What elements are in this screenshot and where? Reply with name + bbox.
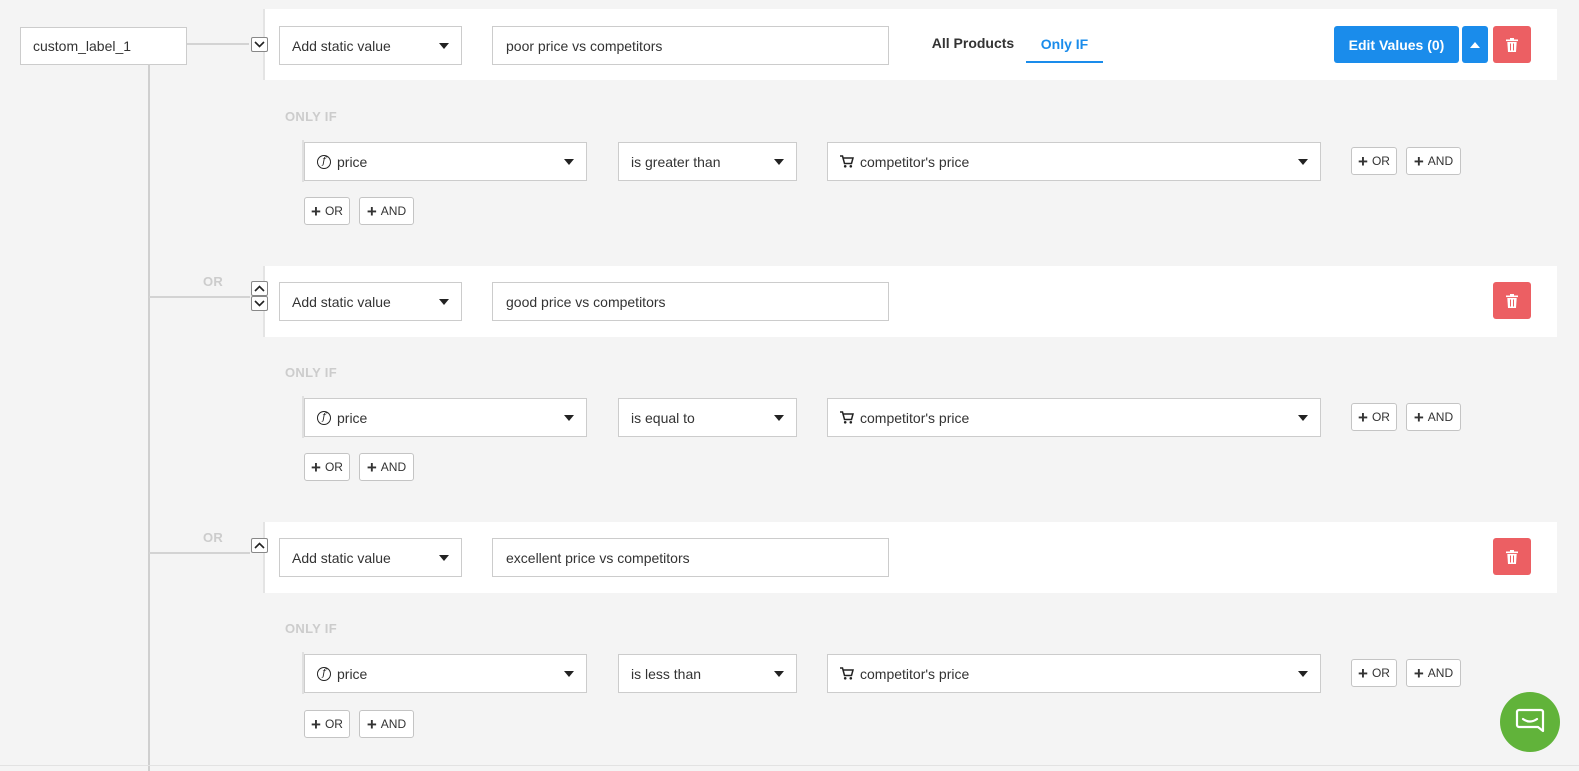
- or-connector-label: OR: [203, 274, 224, 289]
- static-value-text: poor price vs competitors: [506, 37, 663, 54]
- collapse-button[interactable]: [1462, 26, 1488, 63]
- caret-down-icon: [564, 670, 574, 677]
- move-up-button[interactable]: [251, 538, 268, 553]
- condition-compare-select[interactable]: competitor's price: [827, 654, 1321, 693]
- function-icon: f: [317, 666, 331, 681]
- only-if-heading: ONLY IF: [285, 621, 337, 636]
- trash-icon: [1506, 549, 1518, 564]
- condition-operator-text: is equal to: [631, 409, 695, 426]
- scroll-edge-divider: [0, 765, 1579, 766]
- value-source-select[interactable]: Add static value: [279, 282, 462, 321]
- condition-field-text: price: [337, 153, 368, 170]
- add-and-group-button[interactable]: + AND: [359, 453, 414, 481]
- value-source-text: Add static value: [292, 37, 391, 54]
- only-if-heading: ONLY IF: [285, 365, 337, 380]
- condition-compare-text: competitor's price: [860, 409, 970, 426]
- static-value-input[interactable]: poor price vs competitors: [492, 26, 889, 65]
- caret-down-icon: [1298, 158, 1308, 165]
- delete-rule-button[interactable]: [1493, 282, 1531, 319]
- chevron-down-icon: [254, 41, 265, 48]
- only-if-heading: ONLY IF: [285, 109, 337, 124]
- chat-icon: [1515, 708, 1545, 733]
- caret-up-icon: [1470, 41, 1480, 48]
- condition-operator-select[interactable]: is greater than: [618, 142, 797, 181]
- cart-icon: [840, 667, 854, 680]
- caret-down-icon: [1298, 670, 1308, 677]
- value-source-select[interactable]: Add static value: [279, 26, 462, 65]
- function-icon: f: [317, 410, 331, 425]
- value-source-text: Add static value: [292, 549, 391, 566]
- delete-rule-button[interactable]: [1493, 26, 1531, 63]
- tree-branch-line: [149, 296, 250, 298]
- caret-down-icon: [774, 158, 784, 165]
- condition-operator-text: is greater than: [631, 153, 721, 170]
- trash-icon: [1506, 37, 1518, 52]
- condition-compare-select[interactable]: competitor's price: [827, 142, 1321, 181]
- add-or-condition-button[interactable]: + OR: [1351, 403, 1397, 431]
- condition-operator-select[interactable]: is less than: [618, 654, 797, 693]
- value-source-select[interactable]: Add static value: [279, 538, 462, 577]
- add-and-condition-button[interactable]: + AND: [1406, 659, 1461, 687]
- add-or-condition-button[interactable]: + OR: [1351, 659, 1397, 687]
- condition-field-select[interactable]: f price: [304, 654, 587, 693]
- static-value-input[interactable]: good price vs competitors: [492, 282, 889, 321]
- condition-operator-text: is less than: [631, 665, 702, 682]
- or-connector-label: OR: [203, 530, 224, 545]
- cart-icon: [840, 411, 854, 424]
- value-source-text: Add static value: [292, 293, 391, 310]
- caret-down-icon: [564, 414, 574, 421]
- delete-rule-button[interactable]: [1493, 538, 1531, 575]
- caret-down-icon: [439, 42, 449, 49]
- caret-down-icon: [774, 414, 784, 421]
- static-value-input[interactable]: excellent price vs competitors: [492, 538, 889, 577]
- add-and-group-button[interactable]: + AND: [359, 197, 414, 225]
- condition-compare-text: competitor's price: [860, 665, 970, 682]
- add-and-condition-button[interactable]: + AND: [1406, 147, 1461, 175]
- move-down-button[interactable]: [251, 296, 268, 311]
- condition-compare-select[interactable]: competitor's price: [827, 398, 1321, 437]
- condition-field-text: price: [337, 665, 368, 682]
- caret-down-icon: [564, 158, 574, 165]
- add-or-group-button[interactable]: + OR: [304, 453, 350, 481]
- condition-field-select[interactable]: f price: [304, 142, 587, 181]
- tree-branch-line: [187, 43, 249, 45]
- tab-only-if[interactable]: Only IF: [1026, 27, 1103, 63]
- add-and-condition-button[interactable]: + AND: [1406, 403, 1461, 431]
- condition-operator-select[interactable]: is equal to: [618, 398, 797, 437]
- caret-down-icon: [1298, 414, 1308, 421]
- static-value-text: good price vs competitors: [506, 293, 666, 310]
- tree-branch-line: [149, 552, 250, 554]
- chevron-up-icon: [254, 285, 265, 292]
- add-or-condition-button[interactable]: + OR: [1351, 147, 1397, 175]
- chevron-down-icon: [254, 300, 265, 307]
- caret-down-icon: [439, 298, 449, 305]
- tab-all-products[interactable]: All Products: [929, 27, 1017, 59]
- chevron-up-icon: [254, 542, 265, 549]
- custom-label-field[interactable]: custom_label_1: [20, 27, 187, 65]
- add-or-group-button[interactable]: + OR: [304, 710, 350, 738]
- chat-launcher-button[interactable]: [1500, 692, 1560, 752]
- static-value-text: excellent price vs competitors: [506, 549, 690, 566]
- condition-compare-text: competitor's price: [860, 153, 970, 170]
- function-icon: f: [317, 154, 331, 169]
- add-and-group-button[interactable]: + AND: [359, 710, 414, 738]
- edit-values-button[interactable]: Edit Values (0): [1334, 26, 1459, 63]
- caret-down-icon: [439, 554, 449, 561]
- move-down-button[interactable]: [251, 37, 268, 52]
- cart-icon: [840, 155, 854, 168]
- condition-field-text: price: [337, 409, 368, 426]
- caret-down-icon: [774, 670, 784, 677]
- condition-field-select[interactable]: f price: [304, 398, 587, 437]
- tree-trunk-line: [148, 64, 150, 771]
- add-or-group-button[interactable]: + OR: [304, 197, 350, 225]
- move-up-button[interactable]: [251, 281, 268, 296]
- trash-icon: [1506, 293, 1518, 308]
